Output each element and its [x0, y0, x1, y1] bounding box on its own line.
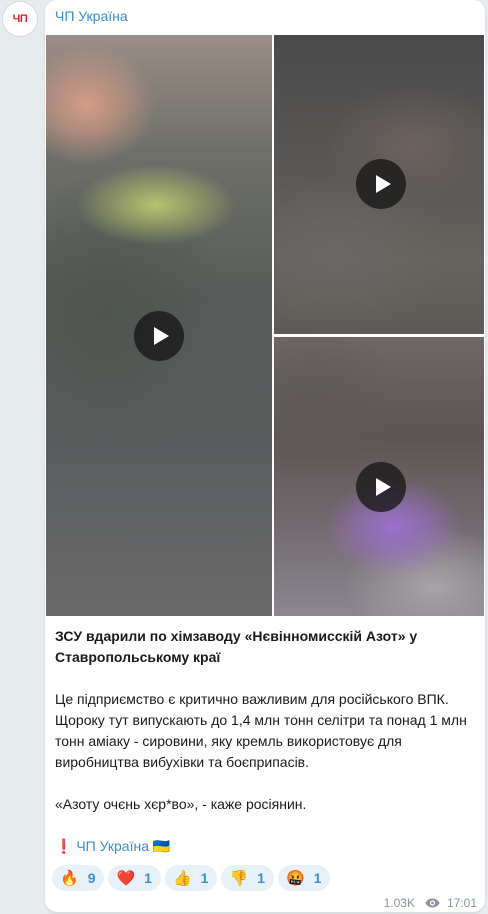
post-signature: ❗ ЧП Україна 🇺🇦: [55, 836, 480, 857]
reaction-count: 1: [200, 870, 209, 886]
video-thumbnail-3[interactable]: [274, 337, 484, 616]
post-text: ЗСУ вдарили по хімзаводу «Нєвінномисскій…: [55, 626, 480, 857]
thumbs-down-icon: 👎: [229, 869, 249, 887]
thumbs-up-icon: 👍: [172, 869, 192, 887]
reaction-angry[interactable]: 🤬 1: [277, 865, 331, 891]
heart-icon: ❤️: [116, 869, 136, 887]
views-count: 1.03K: [383, 896, 415, 910]
channel-avatar[interactable]: ЧП: [2, 1, 38, 37]
reaction-heart[interactable]: ❤️ 1: [108, 865, 161, 891]
reaction-count: 1: [313, 870, 322, 886]
message-bubble: ЧП Україна ЗСУ вдарили по хімзаводу «Нєв…: [45, 0, 485, 912]
avatar-text: ЧП: [12, 13, 28, 25]
reaction-count: 9: [87, 870, 96, 886]
reaction-thumbs-down[interactable]: 👎 1: [221, 865, 274, 891]
eye-icon: [425, 898, 440, 908]
post-paragraph: Це підприємство є критично важливим для …: [55, 691, 467, 770]
message-time: 17:01: [446, 896, 477, 910]
channel-name-link[interactable]: ЧП Україна: [55, 8, 128, 24]
signature-link[interactable]: ЧП Україна: [76, 838, 149, 854]
angry-face-icon: 🤬: [285, 869, 305, 887]
reaction-count: 1: [257, 870, 265, 886]
reaction-fire[interactable]: 🔥 9: [52, 865, 105, 891]
post-quote: «Азоту очєнь хєр*во», - каже росіянин.: [55, 796, 307, 812]
video-thumbnail-1[interactable]: [46, 35, 272, 616]
ukraine-flag-icon: 🇺🇦: [152, 838, 171, 854]
reaction-count: 1: [144, 870, 152, 886]
media-album: [45, 34, 485, 616]
play-icon[interactable]: [356, 159, 406, 209]
reaction-thumbs-up[interactable]: 👍 1: [164, 865, 218, 891]
post-title: ЗСУ вдарили по хімзаводу «Нєвінномисскій…: [55, 628, 418, 665]
fire-icon: 🔥: [60, 869, 79, 887]
play-icon[interactable]: [356, 462, 406, 512]
play-icon[interactable]: [134, 311, 184, 361]
exclamation-icon: ❗: [55, 838, 73, 854]
reactions-bar: 🔥 9 ❤️ 1 👍 1 👎 1 🤬 1: [52, 865, 331, 891]
message-footer: 1.03K 17:01: [384, 896, 477, 910]
video-thumbnail-2[interactable]: [274, 35, 484, 334]
